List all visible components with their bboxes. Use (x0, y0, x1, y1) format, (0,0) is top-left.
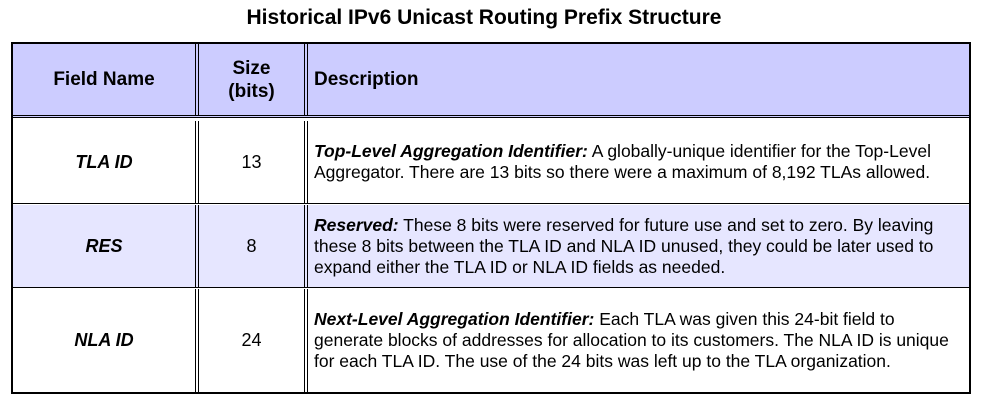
header-description: Description (314, 69, 419, 90)
field-name-cell: NLA ID (74, 330, 134, 350)
description-term: Reserved: (314, 214, 399, 235)
description-cell: Top-Level Aggregation Identifier: A glob… (308, 121, 969, 203)
description-cell: Reserved: These 8 bits were reserved for… (308, 205, 969, 287)
page: Historical IPv6 Unicast Routing Prefix S… (0, 0, 1000, 406)
field-name-cell: RES (85, 235, 123, 256)
table-row: RES 8 Reserved: These 8 bits were reserv… (13, 205, 969, 288)
size-cell: 13 (241, 151, 262, 172)
table-header-row: Field Name Size (bits) Description (13, 44, 969, 118)
header-field-name: Field Name (53, 69, 155, 90)
size-cell: 8 (246, 235, 257, 256)
description-term: Next-Level Aggregation Identifier: (314, 309, 595, 329)
table-row: TLA ID 13 Top-Level Aggregation Identifi… (13, 121, 969, 204)
description-cell: Next-Level Aggregation Identifier: Each … (308, 289, 969, 392)
table-row: NLA ID 24 Next-Level Aggregation Identif… (13, 289, 969, 392)
description-text: These 8 bits were reserved for future us… (314, 214, 934, 277)
size-cell: 24 (241, 330, 262, 350)
header-size: Size (bits) (199, 44, 304, 115)
page-title: Historical IPv6 Unicast Routing Prefix S… (246, 6, 722, 29)
prefix-structure-table: Field Name Size (bits) Description TLA I… (11, 42, 971, 394)
field-name-cell: TLA ID (75, 151, 133, 172)
description-term: Top-Level Aggregation Identifier: (314, 141, 588, 161)
header-size-label: Size (232, 57, 271, 79)
header-size-unit: (bits) (228, 80, 275, 102)
